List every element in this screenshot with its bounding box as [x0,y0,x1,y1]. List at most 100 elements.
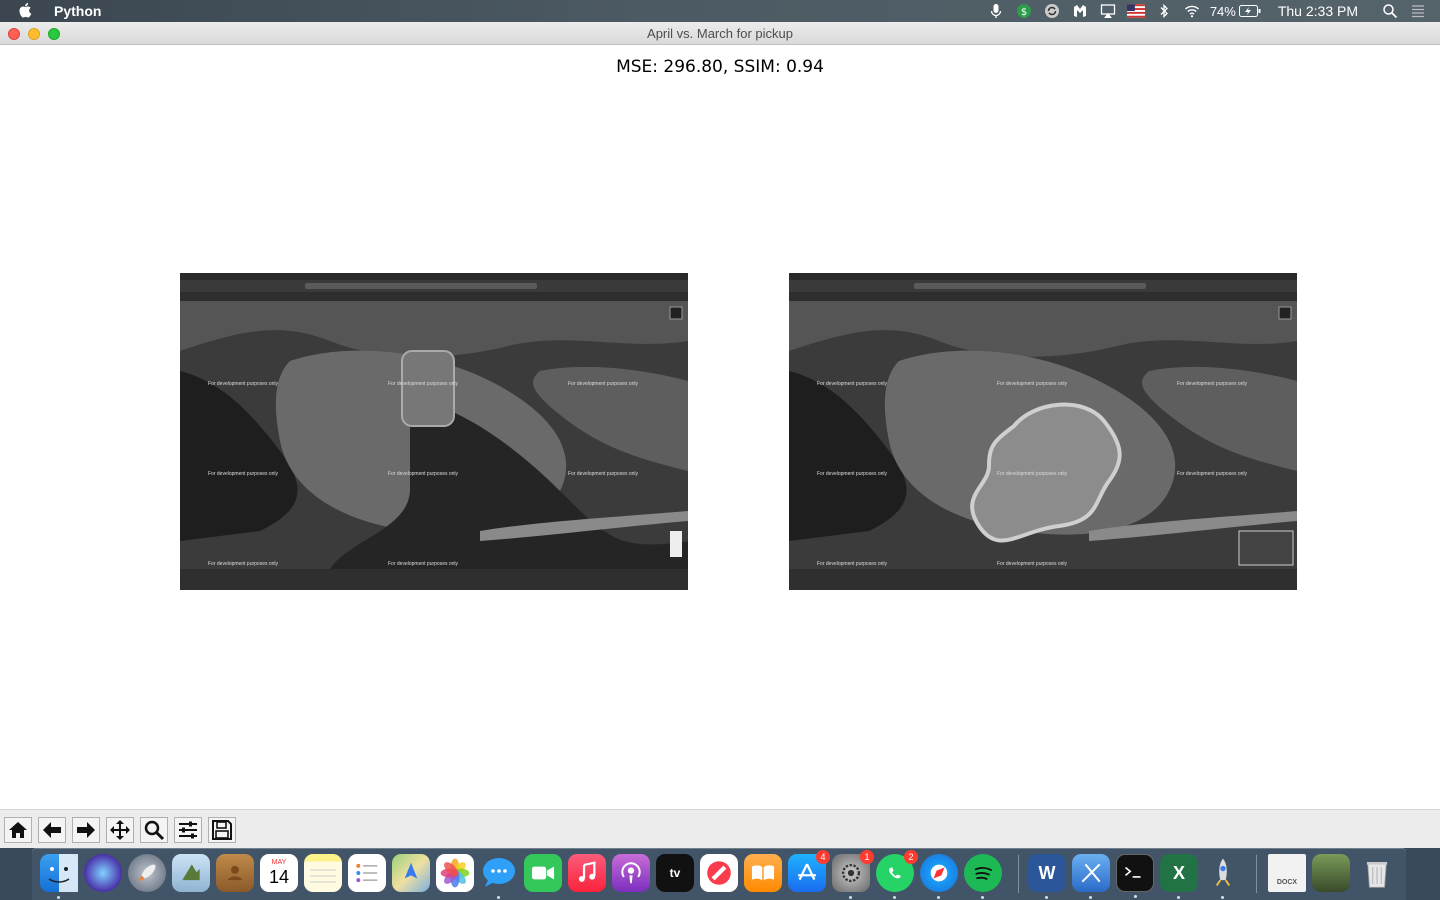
contacts-icon[interactable] [216,854,254,892]
move-arrows-icon [110,820,130,840]
zoom-button[interactable] [140,817,168,843]
map-watermark: For development purposes only [817,561,888,567]
facetime-icon[interactable] [524,854,562,892]
bluetooth-icon[interactable] [1150,0,1178,22]
preview-mail-stamp-icon[interactable] [172,854,210,892]
figure-canvas[interactable]: MSE: 296.80, SSIM: 0.94 For development … [0,45,1440,809]
menu-bar: Python $ 74% Thu 2:33 PM [0,0,1440,22]
left-image-panel: For development purposes only For develo… [180,273,688,590]
forward-button[interactable] [72,817,100,843]
embedded-dock [789,569,1297,590]
map-watermark: For development purposes only [997,561,1068,567]
window-titlebar[interactable]: April vs. March for pickup [0,22,1440,45]
spotify-icon[interactable] [964,854,1002,899]
notification-center-icon[interactable] [1404,0,1432,22]
embedded-browser-toolbar [180,280,688,292]
messages-icon[interactable] [480,854,518,899]
whatsapp-icon[interactable]: 2 [876,850,918,899]
close-window-button[interactable] [8,28,20,40]
zoom-window-button[interactable] [48,28,60,40]
menubar-clock[interactable]: Thu 2:33 PM [1278,3,1358,19]
apple-menu-icon[interactable] [18,1,36,21]
map-watermark: For development purposes only [208,471,279,477]
window-title: April vs. March for pickup [647,26,793,41]
system-preferences-icon[interactable]: 1 [832,850,874,899]
map-watermark: For development purposes only [568,471,639,477]
reminders-icon[interactable] [348,854,386,892]
map-watermark: For development purposes only [388,381,459,387]
pan-button[interactable] [106,817,134,843]
map-watermark: For development purposes only [817,471,888,477]
python-launcher-rocket-icon[interactable] [1204,854,1242,899]
microsoft-word-icon[interactable]: W [1028,854,1066,899]
embedded-menubar [789,273,1297,280]
downloads-stack-icon[interactable] [1312,854,1350,892]
battery-charging-icon[interactable] [1236,0,1264,22]
calendar-day: 14 [268,867,290,887]
xcode-icon[interactable] [1072,854,1110,899]
docx-file-label: DOCX [1276,879,1298,886]
minimize-window-button[interactable] [28,28,40,40]
figure-window: April vs. March for pickup MSE: 296.80, … [0,22,1440,848]
dollar-app-icon[interactable]: $ [1010,0,1038,22]
dock-separator [1018,855,1019,893]
podcasts-icon[interactable] [612,854,650,892]
word-letter: W [1038,862,1056,883]
back-button[interactable] [38,817,66,843]
embedded-dock [180,569,688,590]
embedded-tab-bar [180,292,688,301]
airplay-icon[interactable] [1094,0,1122,22]
map-watermark: For development purposes only [997,471,1068,477]
map-watermark: For development purposes only [388,561,459,567]
siri-icon[interactable] [84,854,122,892]
save-figure-button[interactable] [208,817,236,843]
home-icon [9,822,27,838]
map-watermark: For development purposes only [1177,471,1248,477]
whatsapp-badge: 2 [904,850,918,864]
map-watermark: For development purposes only [1177,381,1248,387]
music-icon[interactable] [568,854,606,892]
microsoft-excel-icon[interactable]: X [1160,854,1198,899]
app-store-badge: 4 [816,850,830,864]
embedded-menubar [180,273,688,280]
system-preferences-badge: 1 [860,850,874,864]
right-image-panel: For development purposes only For develo… [789,273,1297,590]
home-button[interactable] [4,817,32,843]
terminal-icon[interactable] [1116,854,1154,898]
map-watermark: For development purposes only [817,381,888,387]
svg-text:$: $ [1021,7,1027,18]
arrow-left-icon [43,822,61,838]
satellite-map-image [180,301,688,569]
embedded-browser-toolbar [789,280,1297,292]
map-watermark: For development purposes only [388,471,459,477]
wifi-icon[interactable] [1178,0,1206,22]
safari-compass-icon[interactable] [920,854,958,899]
books-icon[interactable] [744,854,782,892]
maps-icon[interactable] [392,854,430,892]
docx-file-icon[interactable]: DOCX [1268,854,1306,892]
map-watermark: For development purposes only [568,381,639,387]
launchpad-rocket-icon[interactable] [128,854,166,892]
us-flag-input-icon[interactable] [1122,0,1150,22]
spotlight-search-icon[interactable] [1376,0,1404,22]
news-icon[interactable] [700,854,738,892]
app-name-menu[interactable]: Python [54,3,101,19]
dock-separator [1256,855,1257,893]
satellite-map-image [789,301,1297,569]
microphone-icon[interactable] [982,0,1010,22]
configure-subplots-button[interactable] [174,817,202,843]
finder-icon[interactable] [40,854,78,899]
floppy-disk-icon [212,820,232,840]
arrow-right-icon [77,822,95,838]
calendar-icon[interactable]: MAY 14 [260,854,298,892]
sliders-icon [179,821,197,839]
map-watermark: For development purposes only [997,381,1068,387]
notes-icon[interactable] [304,854,342,892]
macos-dock: MAY 14 tv 4 1 2 W X DOCX [32,848,1406,900]
sync-app-icon[interactable] [1038,0,1066,22]
apple-tv-icon[interactable]: tv [656,854,694,892]
photos-icon[interactable] [436,854,474,892]
malwarebytes-icon[interactable] [1066,0,1094,22]
trash-icon[interactable] [1358,854,1396,892]
app-store-icon[interactable]: 4 [788,850,830,892]
